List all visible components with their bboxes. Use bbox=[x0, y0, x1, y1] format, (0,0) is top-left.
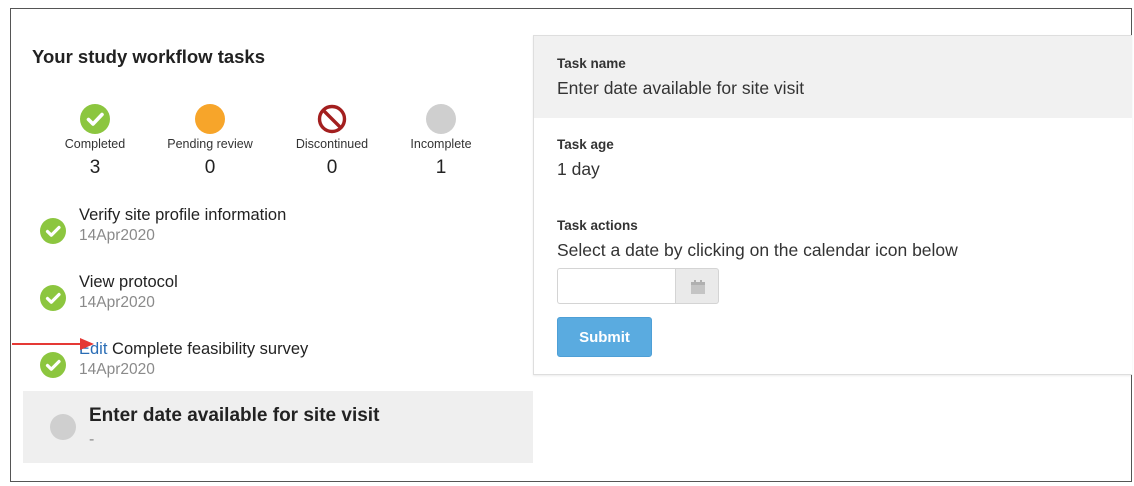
calendar-button[interactable] bbox=[675, 268, 719, 304]
task-age-label: Task age bbox=[557, 137, 614, 152]
stat-label: Completed bbox=[64, 137, 126, 151]
task-detail-panel: Task name Enter date available for site … bbox=[533, 35, 1132, 375]
check-circle-icon bbox=[40, 285, 66, 311]
task-date: 14Apr2020 bbox=[79, 361, 155, 378]
stat-completed: Completed 3 bbox=[45, 104, 145, 179]
calendar-icon bbox=[691, 280, 705, 294]
task-name-value: Enter date available for site visit bbox=[557, 78, 805, 98]
task-age-value: 1 day bbox=[557, 159, 600, 179]
stat-count: 0 bbox=[204, 157, 216, 178]
date-input[interactable] bbox=[557, 268, 675, 304]
stat-count: 1 bbox=[435, 157, 447, 178]
task-row-active[interactable]: Enter date available for site visit - bbox=[23, 391, 533, 463]
check-circle-icon bbox=[40, 218, 66, 244]
task-name: Verify site profile information bbox=[79, 206, 287, 224]
page-title: Your study workflow tasks bbox=[32, 46, 266, 67]
date-picker bbox=[557, 268, 719, 304]
pending-circle-icon bbox=[195, 104, 225, 134]
task-date: 14Apr2020 bbox=[79, 294, 155, 311]
stat-count: 3 bbox=[89, 157, 101, 178]
stat-label: Discontinued bbox=[295, 137, 369, 151]
stat-pending-review: Pending review 0 bbox=[160, 104, 260, 179]
task-name-section bbox=[534, 36, 1132, 118]
task-date: - bbox=[89, 431, 95, 448]
task-name-line: Edit Complete feasibility survey bbox=[79, 340, 308, 359]
task-actions-label: Task actions bbox=[557, 218, 638, 233]
red-arrow-annotation bbox=[12, 338, 94, 350]
task-actions-instructions: Select a date by clicking on the calenda… bbox=[557, 240, 958, 260]
empty-circle-icon bbox=[426, 104, 456, 134]
stat-discontinued: Discontinued 0 bbox=[282, 104, 382, 179]
stat-label: Incomplete bbox=[410, 137, 472, 151]
empty-circle-icon bbox=[50, 414, 76, 440]
stat-incomplete: Incomplete 1 bbox=[391, 104, 491, 179]
task-name-label: Task name bbox=[557, 56, 626, 71]
task-name: View protocol bbox=[79, 273, 178, 291]
prohibited-icon bbox=[317, 104, 347, 134]
stat-label: Pending review bbox=[167, 137, 253, 151]
task-name: Complete feasibility survey bbox=[112, 340, 309, 358]
check-circle-icon bbox=[80, 104, 110, 134]
task-name: Enter date available for site visit bbox=[89, 405, 380, 426]
stat-count: 0 bbox=[326, 157, 338, 178]
task-date: 14Apr2020 bbox=[79, 227, 155, 244]
submit-button[interactable]: Submit bbox=[557, 317, 652, 357]
check-circle-icon bbox=[40, 352, 66, 378]
